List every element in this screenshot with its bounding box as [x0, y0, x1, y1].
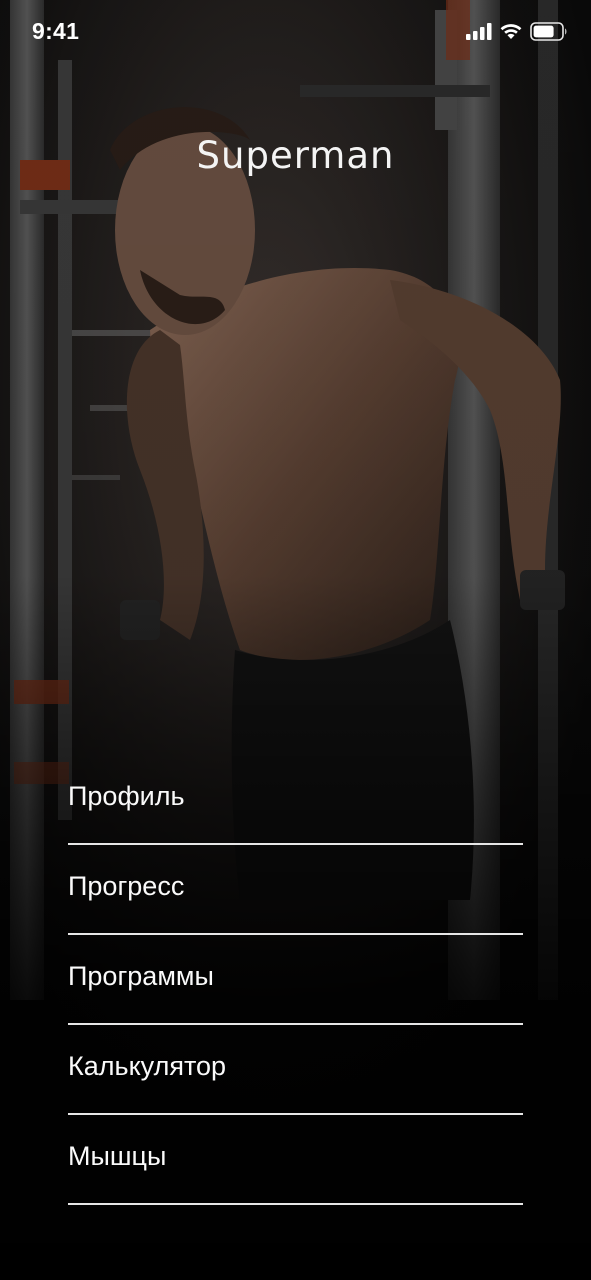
wifi-icon	[500, 24, 522, 39]
menu-item-label: Программы	[68, 961, 214, 991]
menu-item-label: Профиль	[68, 781, 185, 811]
menu-item-label: Мышцы	[68, 1141, 167, 1171]
battery-icon	[530, 22, 567, 41]
menu-item-label: Прогресс	[68, 871, 185, 901]
menu-item-calculator[interactable]: Калькулятор	[68, 1025, 523, 1115]
status-time: 9:41	[32, 18, 80, 44]
app-screen: 9:41 Superman Профиль Прогресс Программы…	[0, 0, 591, 1280]
main-menu: Профиль Прогресс Программы Калькулятор М…	[68, 755, 523, 1205]
status-bar: 9:41	[0, 0, 591, 66]
menu-item-muscles[interactable]: Мышцы	[68, 1115, 523, 1205]
app-title: Superman	[196, 134, 395, 177]
menu-item-profile[interactable]: Профиль	[68, 755, 523, 845]
menu-item-programs[interactable]: Программы	[68, 935, 523, 1025]
cellular-signal-icon	[466, 23, 492, 40]
menu-item-label: Калькулятор	[68, 1051, 227, 1081]
menu-divider	[68, 1203, 523, 1205]
menu-item-progress[interactable]: Прогресс	[68, 845, 523, 935]
